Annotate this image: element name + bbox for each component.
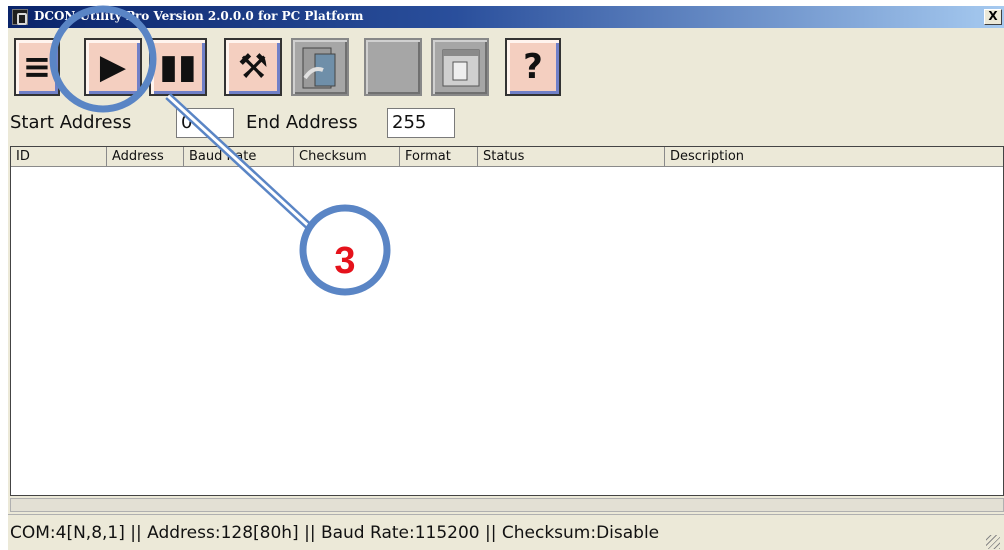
status-text: COM:4[N,8,1] || Address:128[80h] || Baud… — [10, 523, 660, 543]
annotation-number: 3 — [334, 240, 356, 282]
terminal-button[interactable] — [431, 38, 489, 96]
module-icon — [302, 47, 336, 89]
play-icon: ▶ — [99, 47, 127, 87]
column-header-checksum[interactable]: Checksum — [294, 147, 400, 167]
app-window: DCON Utility Pro Version 2.0.0.0 for PC … — [8, 6, 1004, 550]
column-header-status[interactable]: Status — [478, 147, 665, 167]
address-range-row: Start Address 0 End Address 255 — [8, 104, 1004, 138]
column-header-id[interactable]: ID — [11, 147, 107, 167]
horizontal-scrollbar[interactable] — [10, 498, 1004, 512]
module-list[interactable]: ID Address Baud Rate Checksum Format Sta… — [10, 146, 1004, 496]
list-header: ID Address Baud Rate Checksum Format Sta… — [11, 147, 1003, 167]
window-title: DCON Utility Pro Version 2.0.0.0 for PC … — [34, 9, 364, 23]
filter-button[interactable]: ≡ — [14, 38, 60, 96]
title-bar: DCON Utility Pro Version 2.0.0.0 for PC … — [8, 6, 1004, 28]
pause-search-button[interactable]: ▮▮ — [149, 38, 207, 96]
app-icon — [12, 9, 28, 25]
help-icon: ? — [523, 47, 543, 87]
resize-grip-icon[interactable] — [986, 535, 1000, 549]
toolbar: ≡ ▶ ▮▮ ⚒ ? — [8, 30, 1004, 100]
start-address-input[interactable]: 0 — [176, 108, 234, 138]
start-address-label: Start Address — [10, 112, 132, 133]
start-search-button[interactable]: ▶ — [84, 38, 142, 96]
column-header-format[interactable]: Format — [400, 147, 478, 167]
pause-icon: ▮▮ — [159, 47, 197, 87]
tools-icon: ⚒ — [237, 47, 269, 87]
disabled-button[interactable] — [364, 38, 422, 96]
filter-icon: ≡ — [22, 47, 52, 87]
close-button[interactable]: X — [984, 9, 1002, 25]
end-address-input[interactable]: 255 — [387, 108, 455, 138]
status-bar: COM:4[N,8,1] || Address:128[80h] || Baud… — [8, 514, 1004, 550]
settings-button[interactable]: ⚒ — [224, 38, 282, 96]
window-icon — [442, 49, 480, 87]
blank-icon — [366, 40, 420, 94]
help-button[interactable]: ? — [505, 38, 561, 96]
column-header-baud-rate[interactable]: Baud Rate — [184, 147, 294, 167]
column-header-description[interactable]: Description — [665, 147, 1004, 167]
column-header-address[interactable]: Address — [107, 147, 184, 167]
module-button[interactable] — [291, 38, 349, 96]
end-address-label: End Address — [246, 112, 358, 133]
